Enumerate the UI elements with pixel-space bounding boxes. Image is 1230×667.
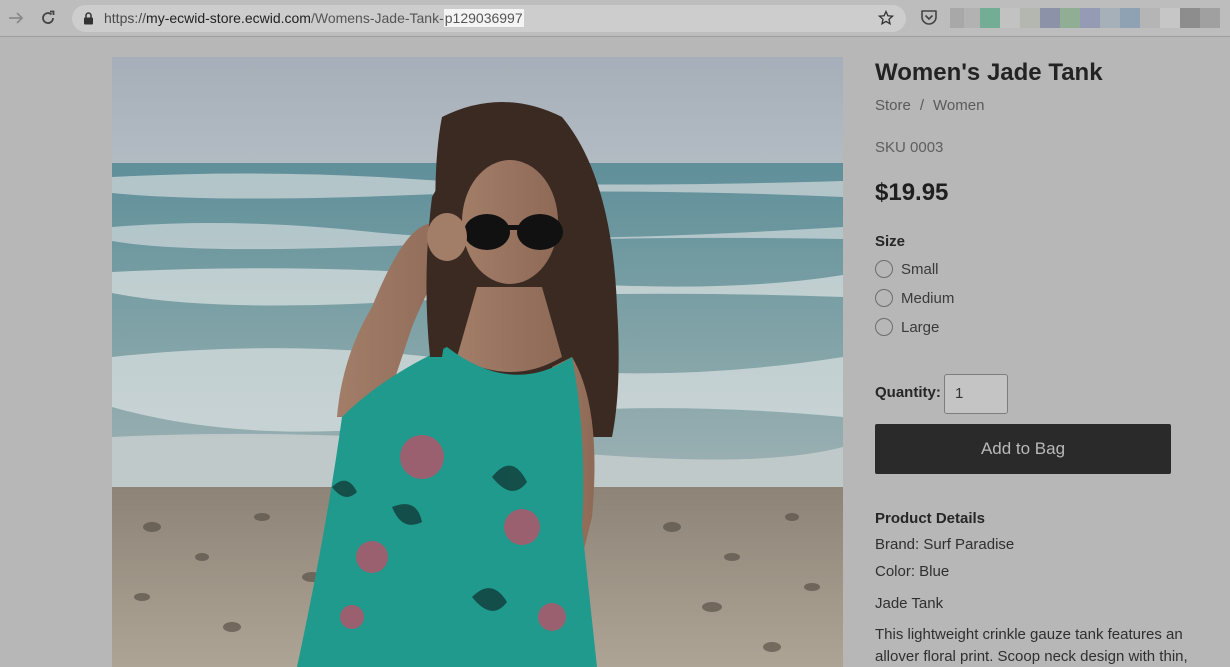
url-host: my-ecwid-store.ecwid.com (146, 10, 311, 26)
reload-icon[interactable] (37, 7, 59, 29)
lock-icon (84, 12, 93, 25)
quantity-label: Quantity: (875, 384, 941, 401)
product-title: Women's Jade Tank (875, 59, 1103, 86)
size-option-small[interactable]: Small (875, 260, 939, 278)
quantity-input[interactable]: 1 (944, 374, 1008, 414)
star-icon[interactable] (878, 10, 894, 26)
breadcrumb-separator: / (919, 97, 925, 114)
address-bar[interactable]: https://my-ecwid-store.ecwid.com/Womens-… (72, 5, 906, 32)
pocket-icon[interactable] (920, 9, 938, 26)
size-option-label: Medium (901, 289, 955, 307)
size-option-label: Large (901, 318, 940, 336)
product-brand: Brand: Surf Paradise (875, 536, 1015, 553)
url-path: /Womens-Jade-Tank- (310, 10, 444, 26)
url-selected-text: p129036997 (443, 9, 524, 27)
breadcrumb-women-link[interactable]: Women (933, 97, 984, 114)
radio-circle-icon[interactable] (875, 289, 893, 307)
radio-circle-icon[interactable] (875, 318, 893, 336)
size-option-label: Small (901, 260, 939, 278)
product-details-heading: Product Details (875, 510, 986, 527)
radio-circle-icon[interactable] (875, 260, 893, 278)
product-color: Color: Blue (875, 563, 950, 580)
product-name-line: Jade Tank (875, 595, 944, 612)
size-label: Size (875, 233, 906, 250)
breadcrumb-store-link[interactable]: Store (875, 97, 911, 114)
extension-icons[interactable] (950, 8, 1220, 28)
size-option-medium[interactable]: Medium (875, 289, 954, 307)
url-scheme: https:// (104, 10, 147, 26)
product-price: $19.95 (875, 179, 949, 206)
url-text[interactable]: https://my-ecwid-store.ecwid.com/Womens-… (104, 9, 524, 27)
size-option-large[interactable]: Large (875, 318, 939, 336)
forward-arrow-icon[interactable] (5, 7, 27, 29)
browser-toolbar: https://my-ecwid-store.ecwid.com/Womens-… (0, 0, 1230, 37)
breadcrumb: Store / Women (875, 97, 984, 114)
product-photo-illustration (112, 57, 843, 667)
add-to-bag-button[interactable]: Add to Bag (875, 424, 1171, 474)
product-description: This lightweight crinkle gauze tank feat… (875, 626, 1188, 665)
product-image[interactable] (112, 57, 843, 667)
product-sku: SKU 0003 (875, 139, 944, 156)
